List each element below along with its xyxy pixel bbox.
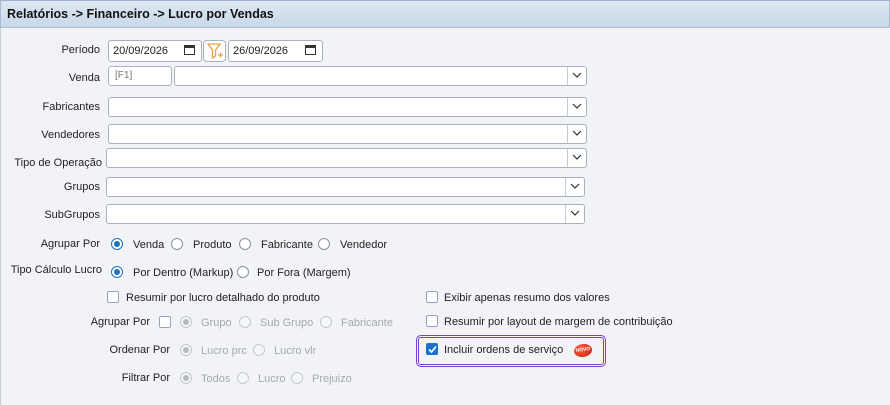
venda-combo[interactable] (174, 66, 587, 86)
radio-filtrar-prejuizo-label: Prejuizo (312, 373, 352, 385)
chevron-down-icon[interactable] (567, 125, 586, 143)
calendar-icon[interactable] (305, 44, 316, 55)
incluir-os-label: Incluir ordens de serviço (444, 344, 564, 356)
resumir-detalhado-checkbox[interactable] (107, 291, 119, 303)
ordenar-por-label: Ordenar Por (109, 344, 170, 356)
radio-calculo-margem-label: Por Fora (Margem) (257, 267, 351, 279)
radio-ordenar-prc[interactable] (180, 344, 192, 356)
radio-agrupar-venda[interactable] (111, 238, 123, 250)
radio-ordenar-vlr[interactable] (253, 344, 265, 356)
radio-agrupar-fabricante-label: Fabricante (261, 239, 313, 251)
filtrar-por-label: Filtrar Por (121, 372, 170, 384)
chevron-down-icon[interactable] (567, 98, 586, 116)
chevron-down-icon[interactable] (565, 205, 584, 223)
radio-filtrar-todos[interactable] (180, 372, 192, 384)
resumir-layout-checkbox[interactable] (426, 315, 438, 327)
filter-period-button[interactable] (203, 40, 226, 62)
venda-label: Venda (68, 72, 100, 84)
venda-code-placeholder: [F1] (115, 70, 133, 81)
chevron-down-icon[interactable] (567, 149, 586, 167)
subgrupos-combo[interactable] (106, 204, 585, 224)
radio-agrupar-produto[interactable] (171, 238, 183, 250)
radio-ordenar-prc-label: Lucro prc (201, 345, 247, 357)
radio-agrupar-venda-label: Venda (133, 239, 165, 251)
resumir-detalhado-label: Resumir por lucro detalhado do produto (126, 292, 320, 304)
radio-agrupar2-subgrupo[interactable] (239, 316, 251, 328)
calendar-icon[interactable] (184, 44, 195, 55)
incluir-os-checkbox[interactable] (426, 343, 438, 355)
grupos-label: Grupos (63, 181, 100, 193)
agrupar-por-label: Agrupar Por (40, 238, 100, 250)
subgrupos-label: SubGrupos (44, 209, 100, 221)
radio-agrupar2-subgrupo-label: Sub Grupo (260, 317, 314, 329)
periodo-label: Período (61, 44, 100, 56)
exibir-resumo-checkbox[interactable] (426, 291, 438, 303)
radio-filtrar-lucro[interactable] (237, 372, 249, 384)
radio-calculo-markup-label: Por Dentro (Markup) (133, 267, 234, 279)
periodo-start-date[interactable]: 20/09/2026 (108, 40, 202, 62)
breadcrumb: Relatórios -> Financeiro -> Lucro por Ve… (7, 7, 274, 21)
radio-ordenar-vlr-label: Lucro vlr (274, 345, 317, 357)
periodo-start-value: 20/09/2026 (113, 45, 169, 57)
periodo-end-value: 26/09/2026 (233, 45, 289, 57)
radio-agrupar-vendedor[interactable] (318, 238, 330, 250)
periodo-end-date[interactable]: 26/09/2026 (228, 40, 323, 62)
exibir-resumo-label: Exibir apenas resumo dos valores (444, 292, 610, 304)
radio-filtrar-prejuizo[interactable] (291, 372, 303, 384)
tipo-operacao-combo[interactable] (106, 148, 587, 168)
title-bar: Relatórios -> Financeiro -> Lucro por Ve… (0, 0, 890, 28)
radio-agrupar2-fabricante[interactable] (320, 316, 332, 328)
grupos-combo[interactable] (106, 177, 585, 197)
tipo-operacao-label: Tipo de Operação (14, 157, 102, 169)
tipo-calculo-label: Tipo Cálculo Lucro (10, 264, 102, 276)
venda-code-input[interactable]: [F1] (108, 66, 172, 86)
radio-filtrar-lucro-label: Lucro (258, 373, 286, 385)
agrupar-por-2-checkbox[interactable] (159, 316, 171, 328)
chevron-down-icon[interactable] (565, 178, 584, 196)
radio-agrupar2-grupo[interactable] (180, 316, 192, 328)
vendedores-combo[interactable] (108, 124, 587, 144)
fabricantes-label: Fabricantes (42, 101, 100, 113)
radio-agrupar2-fabricante-label: Fabricante (341, 317, 393, 329)
radio-calculo-margem[interactable] (237, 266, 249, 278)
resumir-layout-label: Resumir por layout de margem de contribu… (444, 316, 673, 328)
radio-calculo-markup[interactable] (111, 266, 123, 278)
radio-agrupar-produto-label: Produto (193, 239, 232, 251)
radio-agrupar2-grupo-label: Grupo (201, 317, 232, 329)
vendedores-label: Vendedores (41, 129, 100, 141)
check-icon (428, 345, 437, 354)
filter-add-icon (206, 43, 223, 60)
agrupar-por-2-label: Agrupar Por (90, 316, 150, 328)
radio-agrupar-vendedor-label: Vendedor (340, 239, 388, 251)
fabricantes-combo[interactable] (108, 97, 587, 117)
radio-filtrar-todos-label: Todos (201, 373, 231, 385)
radio-agrupar-fabricante[interactable] (239, 238, 251, 250)
chevron-down-icon[interactable] (567, 67, 586, 85)
